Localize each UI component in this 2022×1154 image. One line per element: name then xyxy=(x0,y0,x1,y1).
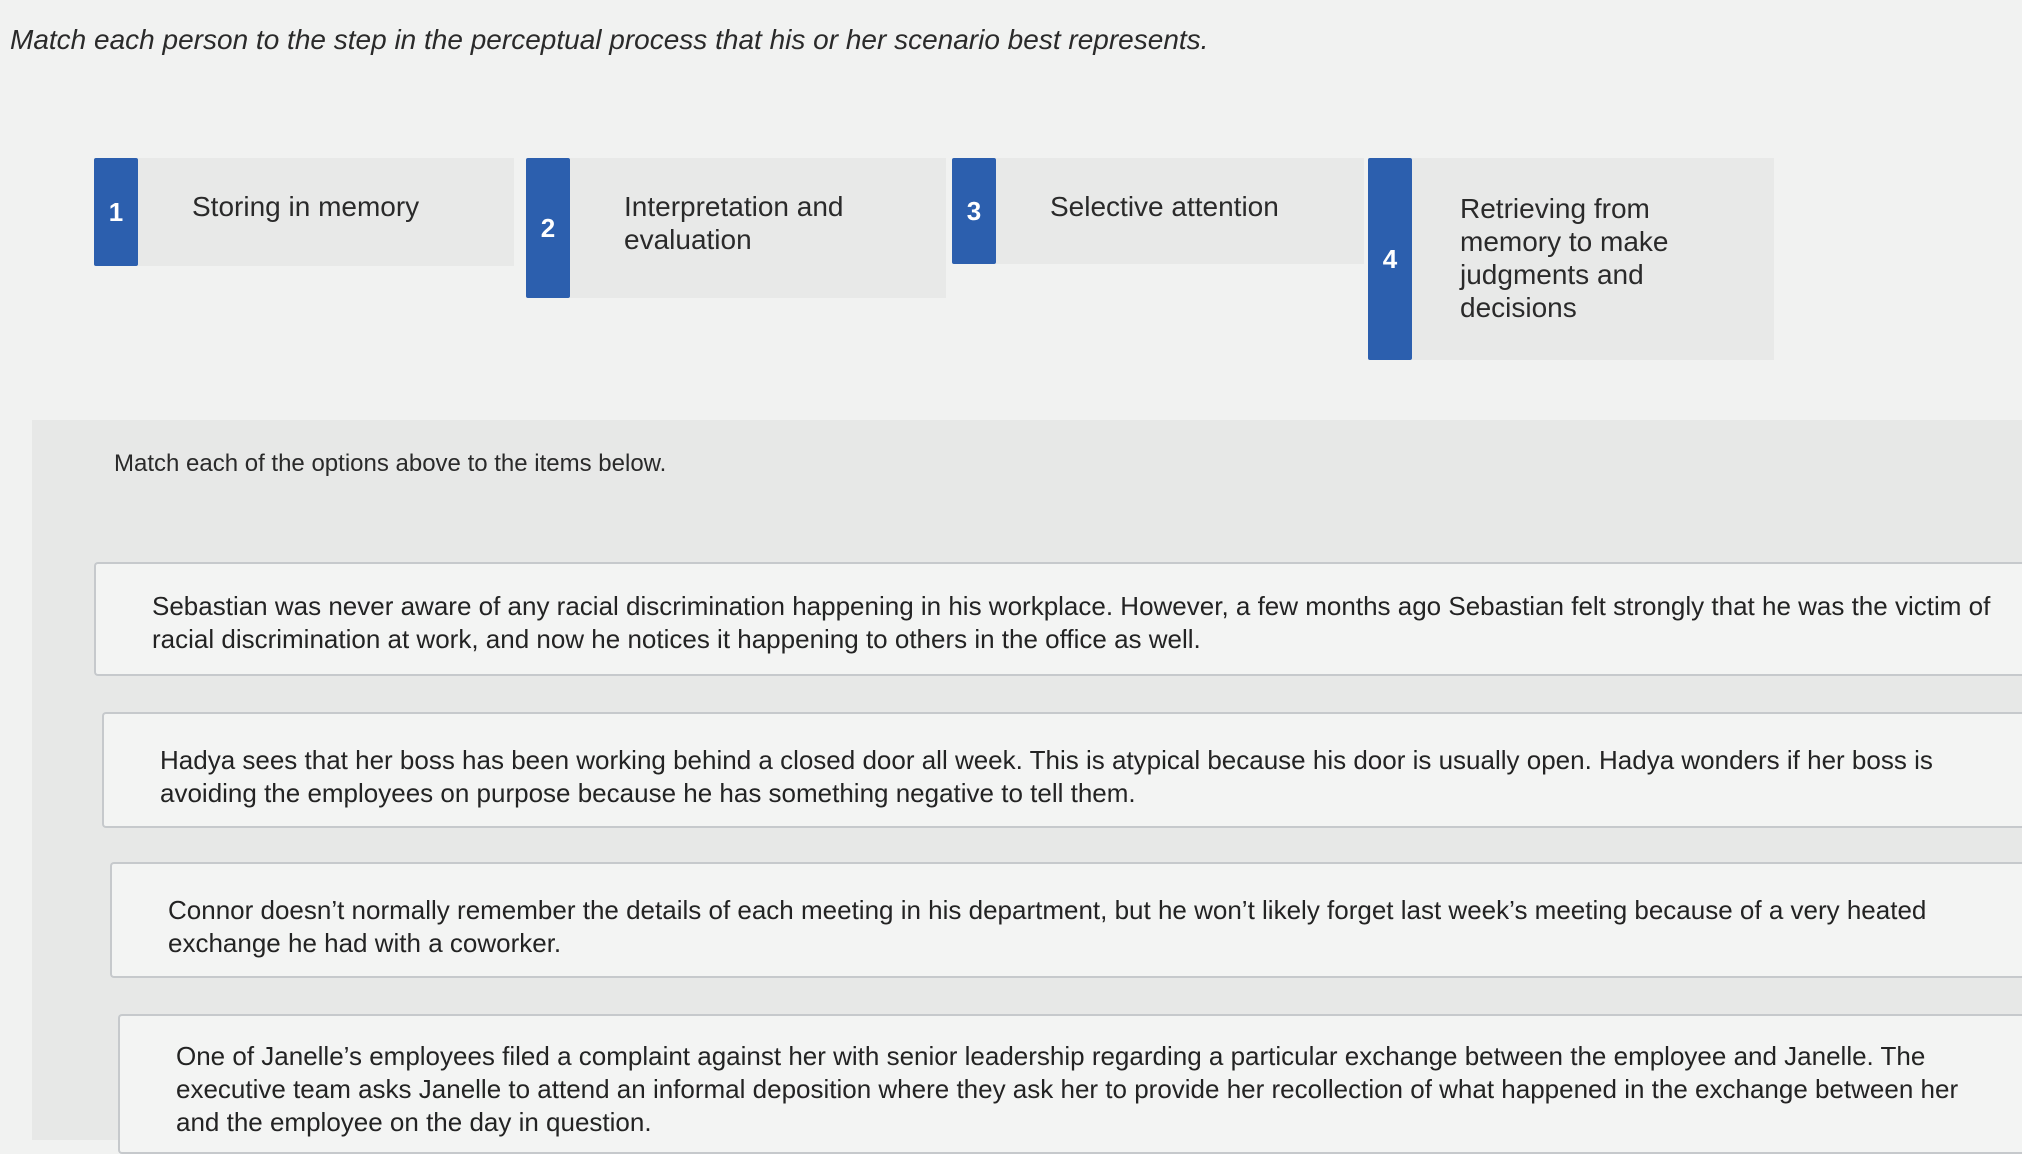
option-3[interactable]: 3 Selective attention xyxy=(952,158,1364,264)
option-2-label: Interpretation and evaluation xyxy=(570,158,946,298)
option-4-label: Retrieving from memory to make judgments… xyxy=(1412,158,1774,360)
option-3-label: Selective attention xyxy=(996,158,1364,264)
option-4[interactable]: 4 Retrieving from memory to make judgmen… xyxy=(1368,158,1774,360)
match-item-sebastian[interactable]: Sebastian was never aware of any racial … xyxy=(94,562,2022,676)
match-item-hadya[interactable]: Hadya sees that her boss has been workin… xyxy=(102,712,2022,828)
option-4-number: 4 xyxy=(1368,158,1412,360)
option-1[interactable]: 1 Storing in memory xyxy=(94,158,514,266)
match-item-janelle[interactable]: One of Janelle’s employees filed a compl… xyxy=(118,1014,2022,1154)
option-1-label: Storing in memory xyxy=(138,158,514,266)
question-instruction: Match each person to the step in the per… xyxy=(10,24,1209,55)
match-item-connor[interactable]: Connor doesn’t normally remember the det… xyxy=(110,862,2022,978)
option-3-number: 3 xyxy=(952,158,996,264)
option-1-number: 1 xyxy=(94,158,138,266)
match-instruction: Match each of the options above to the i… xyxy=(114,450,667,477)
option-2-number: 2 xyxy=(526,158,570,298)
option-2[interactable]: 2 Interpretation and evaluation xyxy=(526,158,946,298)
match-area: Match each of the options above to the i… xyxy=(32,420,2022,1154)
